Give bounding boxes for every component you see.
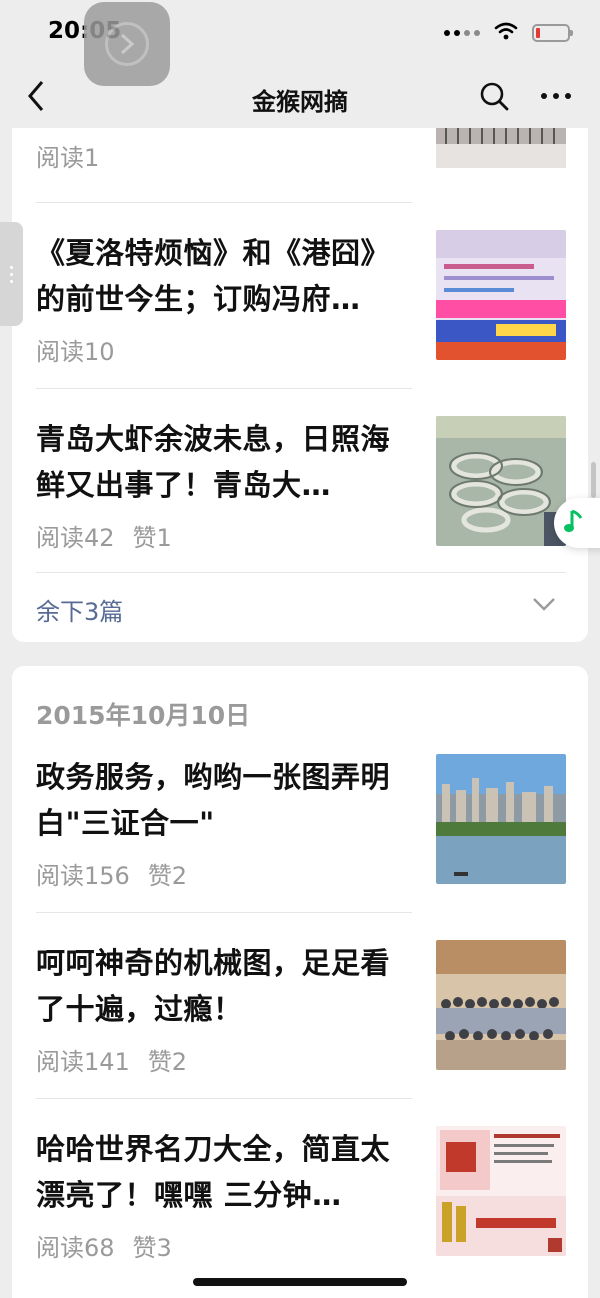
side-drawer-handle[interactable] bbox=[0, 222, 23, 326]
article-title: 青岛大虾余波未息，日照海鲜又出事了！青岛大… bbox=[36, 422, 391, 502]
divider bbox=[36, 1098, 412, 1099]
article-thumbnail bbox=[436, 230, 566, 360]
music-player-float[interactable] bbox=[554, 498, 600, 548]
search-icon[interactable] bbox=[476, 78, 512, 114]
wifi-icon bbox=[494, 22, 518, 44]
article-meta: 阅读1 bbox=[36, 138, 99, 173]
more-icon[interactable] bbox=[534, 78, 578, 114]
article-group-card: 阅读1 《夏洛特烦恼》和《港囧》的前世今生；订购冯府… 阅读10 青岛大虾余波未… bbox=[12, 100, 588, 642]
like-count: 赞1 bbox=[132, 524, 172, 552]
scroll-indicator[interactable] bbox=[591, 462, 596, 498]
divider bbox=[36, 912, 412, 913]
article-thumbnail bbox=[436, 754, 566, 884]
status-icons bbox=[444, 22, 573, 44]
article-list: 阅读1 《夏洛特烦恼》和《港囧》的前世今生；订购冯府… 阅读10 青岛大虾余波未… bbox=[0, 0, 600, 1298]
read-count: 阅读141 bbox=[36, 1048, 130, 1076]
article-thumbnail bbox=[436, 940, 566, 1070]
article-item[interactable]: 《夏洛特烦恼》和《港囧》的前世今生；订购冯府… 阅读10 bbox=[36, 230, 566, 370]
read-count: 阅读68 bbox=[36, 1234, 115, 1262]
article-meta: 阅读68 赞3 bbox=[36, 1228, 172, 1263]
like-count: 赞2 bbox=[147, 862, 188, 890]
group-date: 2015年10月10日 bbox=[36, 701, 251, 730]
article-title: 呵呵神奇的机械图，足足看了十遍，过瘾！ bbox=[36, 946, 391, 1026]
article-group-card: 2015年10月10日 政务服务，哟哟一张图弄明白"三证合一" 阅读156 赞2 bbox=[12, 666, 588, 1298]
article-title: 政务服务，哟哟一张图弄明白"三证合一" bbox=[36, 760, 391, 840]
article-meta: 阅读141 赞2 bbox=[36, 1042, 187, 1077]
read-count: 阅读10 bbox=[36, 338, 115, 366]
article-item[interactable]: 呵呵神奇的机械图，足足看了十遍，过瘾！ 阅读141 赞2 bbox=[36, 940, 566, 1080]
article-meta: 阅读10 bbox=[36, 332, 115, 367]
floating-window-bubble[interactable] bbox=[84, 2, 170, 86]
article-item[interactable]: 青岛大虾余波未息，日照海鲜又出事了！青岛大… 阅读42 赞1 bbox=[36, 416, 566, 556]
music-note-icon bbox=[564, 508, 584, 538]
expand-more-articles[interactable]: 余下3篇 bbox=[36, 588, 556, 628]
battery-icon bbox=[532, 24, 573, 42]
article-meta: 阅读156 赞2 bbox=[36, 856, 187, 891]
article-thumbnail bbox=[436, 416, 566, 546]
article-title: 《夏洛特烦恼》和《港囧》的前世今生；订购冯府… bbox=[36, 236, 391, 316]
like-count: 赞3 bbox=[132, 1234, 172, 1262]
like-count: 赞2 bbox=[147, 1048, 188, 1076]
read-count: 阅读42 bbox=[36, 524, 115, 552]
read-count: 阅读156 bbox=[36, 862, 130, 890]
divider bbox=[36, 572, 566, 573]
signal-icon bbox=[444, 30, 480, 36]
more-articles-label: 余下3篇 bbox=[36, 598, 124, 626]
divider bbox=[36, 202, 412, 203]
chevron-down-icon bbox=[532, 596, 556, 615]
article-item[interactable]: 哈哈世界名刀大全，简直太漂亮了！嘿嘿 三分钟… 阅读68 赞3 bbox=[36, 1126, 566, 1266]
home-indicator[interactable] bbox=[193, 1278, 407, 1286]
article-meta: 阅读42 赞1 bbox=[36, 518, 172, 553]
article-thumbnail bbox=[436, 1126, 566, 1256]
article-title: 哈哈世界名刀大全，简直太漂亮了！嘿嘿 三分钟… bbox=[36, 1132, 391, 1212]
read-count: 阅读1 bbox=[36, 144, 100, 172]
divider bbox=[36, 388, 412, 389]
article-item[interactable]: 政务服务，哟哟一张图弄明白"三证合一" 阅读156 赞2 bbox=[36, 754, 566, 894]
